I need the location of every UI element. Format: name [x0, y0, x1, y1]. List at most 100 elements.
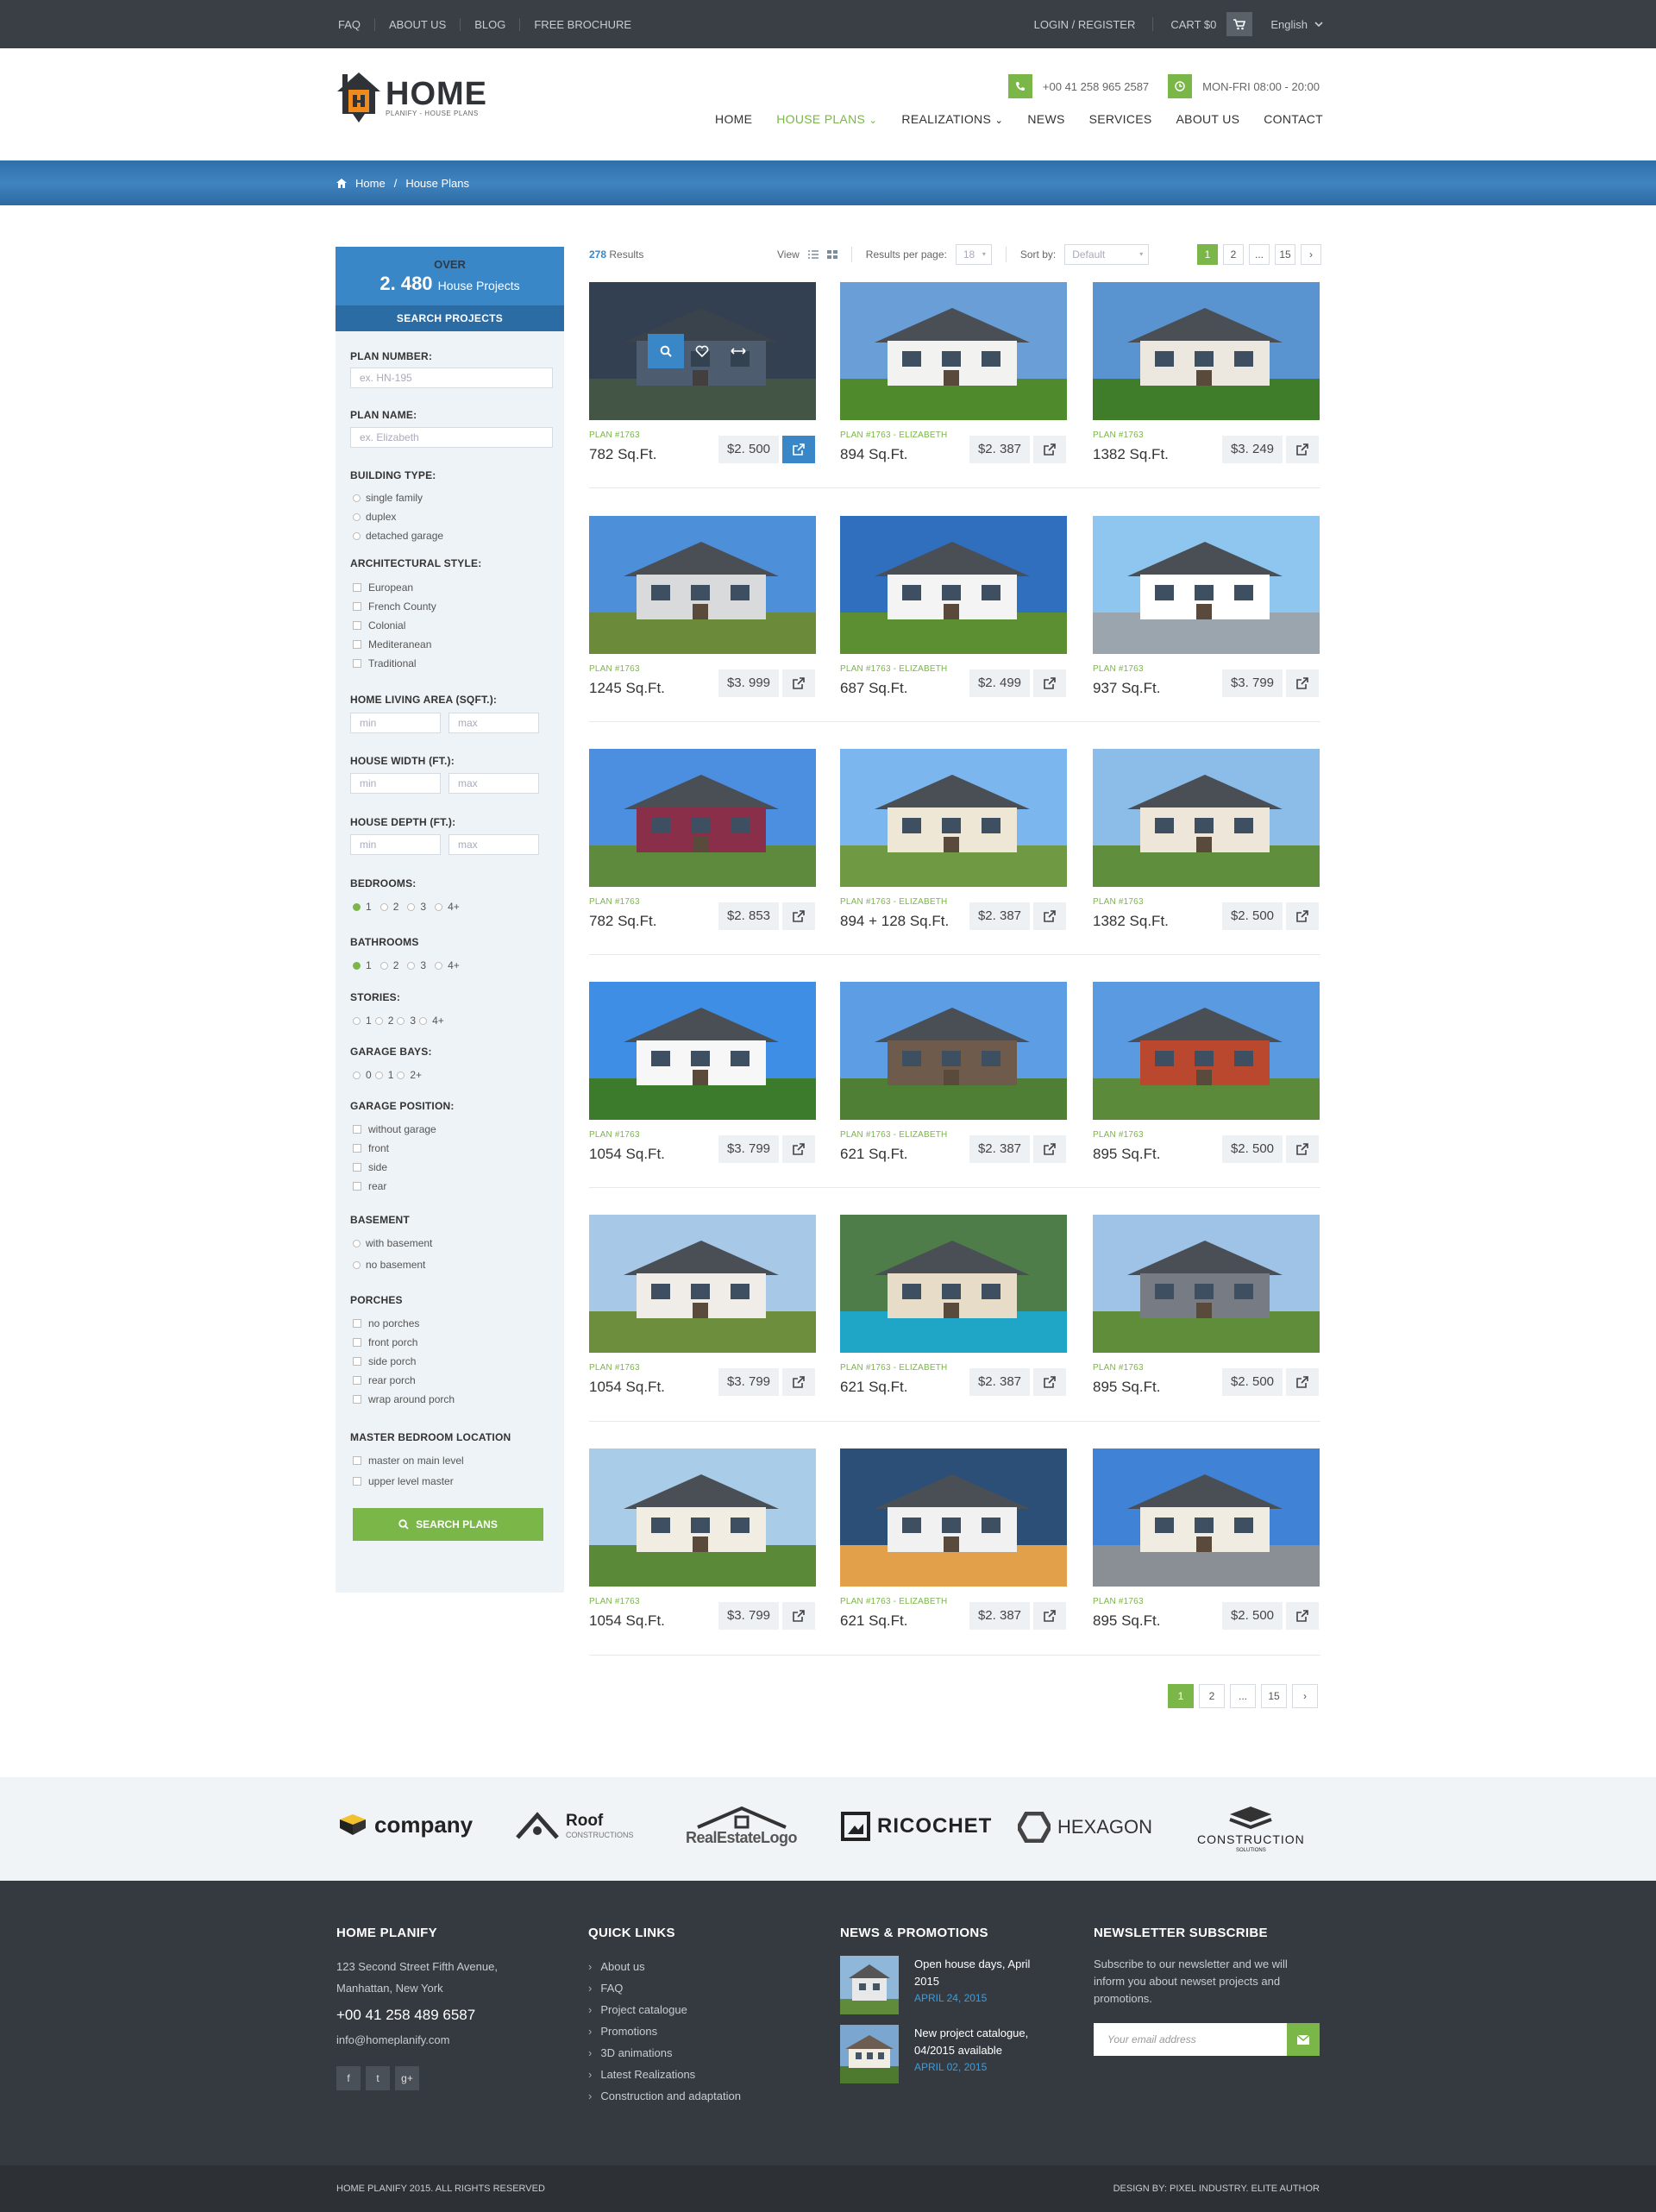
plan-image[interactable] — [589, 749, 816, 887]
bathrooms-option[interactable]: 4+ — [435, 959, 460, 971]
facebook-icon[interactable]: f — [336, 2066, 361, 2090]
checkbox[interactable] — [353, 1338, 361, 1347]
porches-option[interactable]: rear porch — [353, 1374, 416, 1386]
open-plan-button[interactable] — [1033, 1135, 1066, 1163]
cart-button[interactable] — [1226, 12, 1253, 36]
nav-home[interactable]: HOME — [715, 112, 752, 126]
garage-position-option[interactable]: rear — [353, 1180, 386, 1192]
plan-image[interactable] — [840, 1448, 1067, 1587]
checkbox[interactable] — [353, 1376, 361, 1385]
bathrooms-option[interactable]: 2 — [380, 959, 398, 971]
checkbox[interactable] — [353, 1163, 361, 1172]
zoom-button[interactable] — [648, 334, 684, 368]
next-page-button[interactable]: › — [1292, 1684, 1318, 1708]
radio[interactable] — [435, 902, 443, 911]
plan-image[interactable] — [1093, 982, 1320, 1120]
cart-link[interactable]: CART $0 — [1170, 18, 1216, 31]
open-plan-button[interactable] — [1033, 436, 1066, 463]
porches-option[interactable]: side porch — [353, 1355, 416, 1367]
plan-card[interactable]: PLAN #1763 782 Sq.Ft. $2. 500 — [589, 282, 816, 463]
radio[interactable] — [353, 902, 361, 911]
quick-link[interactable]: Construction and adaptation — [588, 2089, 741, 2102]
open-plan-button[interactable] — [1286, 1135, 1319, 1163]
newsletter-submit-button[interactable] — [1287, 2023, 1320, 2056]
garage-bays-option[interactable]: 2+ — [397, 1069, 422, 1081]
radio[interactable] — [397, 1071, 405, 1079]
checkbox[interactable] — [353, 659, 361, 668]
sort-select[interactable]: Default ▾ — [1064, 244, 1150, 265]
plan-image[interactable] — [840, 516, 1067, 654]
plan-card[interactable]: PLAN #1763 895 Sq.Ft. $2. 500 — [1093, 1448, 1320, 1630]
plan-image[interactable] — [1093, 516, 1320, 654]
open-plan-button[interactable] — [1286, 902, 1319, 930]
basement-option[interactable]: with basement — [353, 1237, 432, 1249]
topbar-link-faq[interactable]: FAQ — [336, 18, 374, 31]
plan-image[interactable] — [589, 1448, 816, 1587]
breadcrumb-home[interactable]: Home — [355, 177, 386, 190]
plan-card[interactable]: PLAN #1763 - ELIZABETH 621 Sq.Ft. $2. 38… — [840, 982, 1067, 1163]
radio[interactable] — [407, 902, 416, 911]
plan-image[interactable] — [589, 982, 816, 1120]
nav-realizations[interactable]: REALIZATIONS ⌄ — [901, 112, 1003, 126]
footer-email[interactable]: info@homeplanify.com — [336, 2029, 543, 2051]
plan-image[interactable] — [840, 1215, 1067, 1353]
open-plan-button[interactable] — [1286, 1368, 1319, 1396]
partner-logo-realestate[interactable]: RealEstateLogo — [686, 1807, 798, 1847]
open-plan-button[interactable] — [782, 1135, 815, 1163]
plan-card[interactable]: PLAN #1763 937 Sq.Ft. $3. 799 — [1093, 516, 1320, 697]
page-button[interactable]: 1 — [1168, 1684, 1194, 1708]
news-item[interactable]: New project catalogue, 04/2015 available… — [840, 2025, 1056, 2083]
open-plan-button[interactable] — [1033, 1368, 1066, 1396]
plan-card[interactable]: PLAN #1763 1382 Sq.Ft. $3. 249 — [1093, 282, 1320, 463]
radio[interactable] — [353, 512, 361, 521]
porches-option[interactable]: front porch — [353, 1336, 417, 1348]
bedrooms-option[interactable]: 2 — [380, 901, 398, 913]
checkbox[interactable] — [353, 1182, 361, 1191]
page-button[interactable]: 1 — [1197, 244, 1218, 265]
checkbox[interactable] — [353, 1319, 361, 1328]
twitter-icon[interactable]: t — [366, 2066, 390, 2090]
plan-image[interactable] — [1093, 282, 1320, 420]
radio[interactable] — [435, 961, 443, 970]
width-max[interactable]: max — [448, 773, 539, 794]
radio[interactable] — [380, 961, 388, 970]
page-button[interactable]: 15 — [1275, 244, 1295, 265]
width-min[interactable]: min — [350, 773, 441, 794]
partner-logo-company[interactable]: company — [338, 1812, 473, 1838]
open-plan-button[interactable] — [1286, 1602, 1319, 1630]
language-select[interactable]: English — [1270, 18, 1308, 31]
checkbox[interactable] — [353, 583, 361, 592]
open-plan-button[interactable] — [1033, 1602, 1066, 1630]
topbar-link-brochure[interactable]: FREE BROCHURE — [519, 17, 645, 31]
partner-logo-roof[interactable]: Roof CONSTRUCTIONS — [516, 1812, 634, 1839]
living-area-max[interactable]: max — [448, 713, 539, 733]
radio[interactable] — [380, 902, 388, 911]
radio[interactable] — [407, 961, 416, 970]
garage-bays-option[interactable]: 1 — [374, 1069, 393, 1081]
plan-image[interactable] — [589, 1215, 816, 1353]
depth-max[interactable]: max — [448, 834, 539, 855]
garage-bays-option[interactable]: 0 — [353, 1069, 372, 1081]
checkbox[interactable] — [353, 1125, 361, 1134]
nav-about[interactable]: ABOUT US — [1176, 112, 1240, 126]
plan-image[interactable] — [1093, 1215, 1320, 1353]
checkbox[interactable] — [353, 1477, 361, 1486]
plan-image[interactable] — [589, 282, 816, 420]
plan-card[interactable]: PLAN #1763 782 Sq.Ft. $2. 853 — [589, 749, 816, 930]
quick-link[interactable]: Project catalogue — [588, 2003, 687, 2016]
site-logo[interactable]: HOME PLANIFY - HOUSE PLANS — [336, 71, 487, 124]
plan-card[interactable]: PLAN #1763 1054 Sq.Ft. $3. 799 — [589, 1448, 816, 1630]
plan-card[interactable]: PLAN #1763 - ELIZABETH 894 Sq.Ft. $2. 38… — [840, 282, 1067, 463]
quick-link[interactable]: Latest Realizations — [588, 2068, 695, 2081]
checkbox[interactable] — [353, 1144, 361, 1153]
topbar-link-blog[interactable]: BLOG — [460, 17, 519, 31]
stories-option[interactable]: 4+ — [419, 1015, 444, 1027]
arch-style-option[interactable]: Mediteranean — [353, 638, 431, 650]
plan-card[interactable]: PLAN #1763 - ELIZABETH 687 Sq.Ft. $2. 49… — [840, 516, 1067, 697]
bedrooms-option[interactable]: 4+ — [435, 901, 460, 913]
quick-link[interactable]: 3D animations — [588, 2046, 672, 2059]
radio[interactable] — [353, 1260, 361, 1269]
open-plan-button[interactable] — [1286, 436, 1319, 463]
plan-card[interactable]: PLAN #1763 1245 Sq.Ft. $3. 999 — [589, 516, 816, 697]
partner-logo-ricochet[interactable]: RICOCHET — [841, 1812, 992, 1841]
